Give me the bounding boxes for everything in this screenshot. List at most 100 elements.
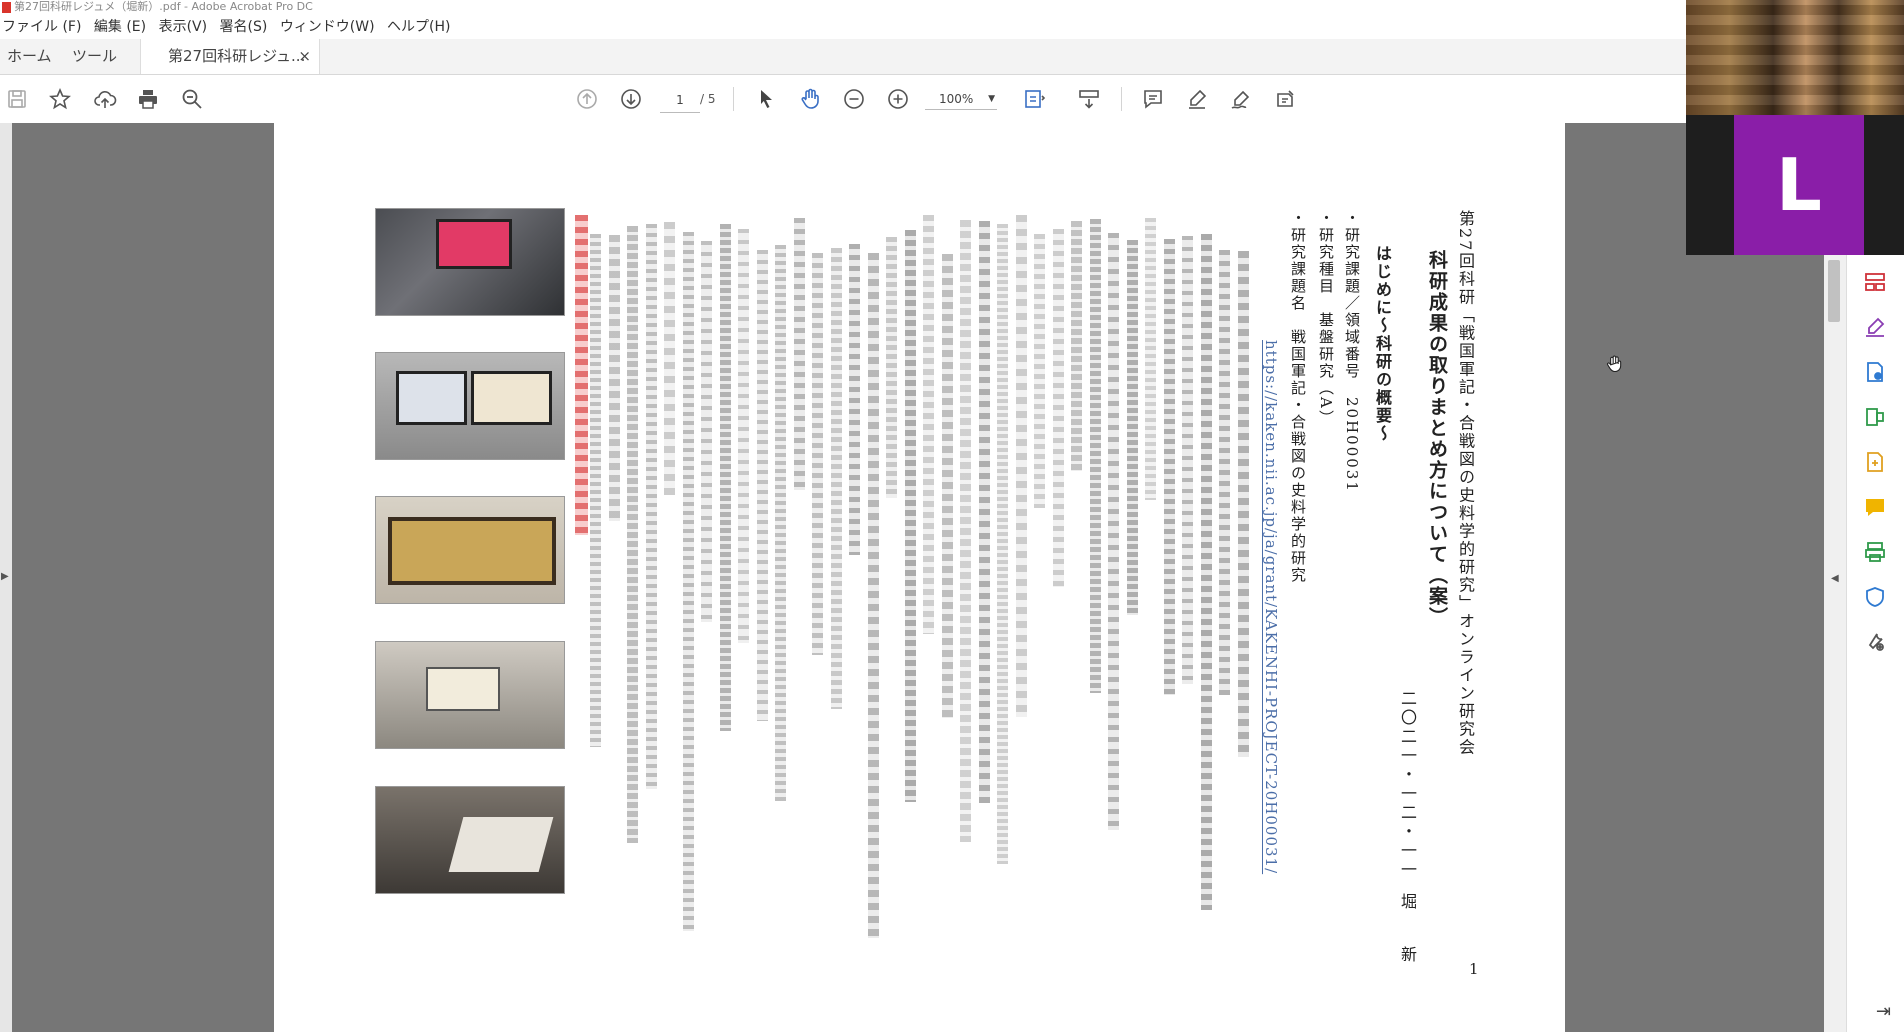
page-down-icon[interactable] (617, 85, 645, 113)
blurred-text-column (1089, 219, 1101, 693)
scan-ocr-icon[interactable] (1863, 540, 1887, 564)
menu-edit[interactable]: 編集 (E) (92, 15, 152, 39)
comment-icon[interactable] (1139, 85, 1167, 113)
blurred-text-column (738, 229, 749, 643)
blurred-text-column (1182, 236, 1193, 684)
blurred-text-column (793, 218, 805, 490)
highlight-pen-icon[interactable] (1183, 85, 1211, 113)
blurred-text-column (978, 221, 990, 803)
zoom-in-icon[interactable] (884, 85, 912, 113)
collapse-panel-icon[interactable]: ⇥ (1876, 1001, 1891, 1022)
zoom-out-icon[interactable] (840, 85, 868, 113)
comment-panel-icon[interactable] (1863, 495, 1887, 519)
menu-bar: ファイル (F) 編集 (E) 表示(V) 署名(S) ウィンドウ(W) ヘルプ… (0, 15, 1904, 39)
photo-monitors (375, 352, 565, 460)
blurred-text-column (664, 222, 675, 495)
zoom-dropdown[interactable]: 100% ▼ (925, 88, 997, 110)
close-tab-icon[interactable]: × (298, 39, 311, 74)
document-subtitle: 第27回科研「戦国軍記・合戦図の史料学的研究」オンライン研究会 (1456, 210, 1475, 757)
window-title-bar: 第27回科研レジュメ（堀新）.pdf - Adobe Acrobat Pro D… (0, 0, 1904, 15)
participant-avatar: L (1734, 115, 1864, 255)
page-number-input[interactable] (660, 88, 700, 113)
tab-document-label: 第27回科研レジュ... (168, 47, 306, 65)
star-icon[interactable] (46, 85, 74, 113)
participant-tile: L (1686, 115, 1904, 255)
edit-pdf-icon[interactable] (1863, 405, 1887, 429)
scroll-mode-icon[interactable] (1075, 85, 1103, 113)
participant-video-feed (1686, 0, 1904, 115)
tab-bar: ホーム ツール 第27回科研レジュ... × (0, 39, 1904, 75)
more-tools-icon[interactable] (1863, 630, 1887, 654)
pdf-file-icon (2, 2, 11, 13)
blurred-text-column (627, 226, 638, 843)
toolbar-divider (1121, 87, 1122, 111)
blurred-text-column (701, 241, 712, 622)
blurred-text-column (590, 234, 601, 747)
document-author: 堀 新 (1398, 893, 1417, 979)
hand-icon[interactable] (796, 85, 824, 113)
stamp-icon[interactable] (1271, 85, 1299, 113)
cursor-icon[interactable] (752, 85, 780, 113)
zoom-search-icon[interactable] (178, 85, 206, 113)
save-icon[interactable] (3, 85, 31, 113)
blurred-text-column (849, 244, 860, 555)
blurred-text-column (1071, 221, 1082, 471)
photo-screen-viewing (375, 208, 565, 316)
kaken-link[interactable]: https://kaken.nii.ac.jp/ja/grant/KAKENHI… (1262, 340, 1280, 874)
draw-icon[interactable] (1227, 85, 1255, 113)
document-title: 科研成果の取りまとめ方について（案） (1426, 250, 1448, 628)
create-pdf-icon[interactable] (1863, 450, 1887, 474)
menu-sign[interactable]: 署名(S) (218, 15, 274, 39)
export-pdf-icon[interactable] (1863, 360, 1887, 384)
blurred-text-column (812, 253, 823, 655)
expand-left-panel-icon[interactable]: ▶ (1, 571, 9, 582)
blurred-text-column (682, 232, 694, 931)
blurred-text-column (1219, 250, 1230, 695)
blurred-text-column (1034, 234, 1045, 508)
tab-home[interactable]: ホーム (7, 39, 52, 74)
blurred-text-column (1145, 218, 1156, 500)
blurred-text-column (904, 230, 916, 802)
blurred-text-column (1200, 234, 1212, 910)
fit-page-icon[interactable] (1020, 85, 1048, 113)
print-icon[interactable] (134, 85, 162, 113)
blurred-text-column (960, 220, 971, 842)
photo-floor-examination (375, 641, 565, 749)
menu-view[interactable]: 表示(V) (157, 15, 214, 39)
blurred-text-column (1108, 233, 1119, 830)
blurred-text-column (886, 237, 897, 498)
zoom-value: 100% (939, 92, 974, 106)
blurred-text-column (756, 250, 768, 721)
page-up-icon[interactable] (573, 85, 601, 113)
blurred-text-column (1237, 251, 1249, 757)
menu-window[interactable]: ウィンドウ(W) (278, 15, 381, 39)
fill-sign-icon[interactable] (1863, 315, 1887, 339)
cloud-upload-icon[interactable] (91, 85, 119, 113)
toolbar-divider (733, 87, 734, 111)
menu-help[interactable]: ヘルプ(H) (385, 15, 456, 39)
page-total: / 5 (700, 92, 716, 106)
blurred-text-column (1015, 215, 1027, 717)
photo-scanning (375, 786, 565, 894)
document-date: 二〇二一・一二・一一 (1398, 690, 1417, 880)
tab-document[interactable]: 第27回科研レジュ... × (140, 39, 320, 74)
list-item: ・研究種目 基盤研究（A） (1317, 210, 1335, 427)
blurred-text-column (645, 224, 657, 789)
organize-pages-icon[interactable] (1863, 270, 1887, 294)
left-panel-gutter: ▶ (0, 123, 12, 1032)
blurred-text-column (997, 224, 1008, 864)
blurred-text-column (719, 224, 731, 731)
list-item: ・研究課題名 戦国軍記・合戦図の史料学的研究 (1289, 210, 1307, 584)
blurred-text-column (1052, 229, 1064, 587)
collapse-right-icon[interactable]: ◀ (1831, 573, 1839, 584)
blurred-text-column (830, 248, 842, 709)
menu-file[interactable]: ファイル (F) (0, 15, 87, 39)
photo-folding-screen (375, 496, 565, 604)
blurred-text-column (775, 245, 786, 801)
section-heading: はじめに～科研の概要～ (1373, 245, 1392, 443)
blurred-text-column (1163, 239, 1175, 695)
vertical-scrollbar-thumb[interactable] (1828, 260, 1840, 322)
hand-cursor-icon (1607, 355, 1622, 373)
tab-tools[interactable]: ツール (72, 39, 117, 74)
protect-shield-icon[interactable] (1863, 585, 1887, 609)
